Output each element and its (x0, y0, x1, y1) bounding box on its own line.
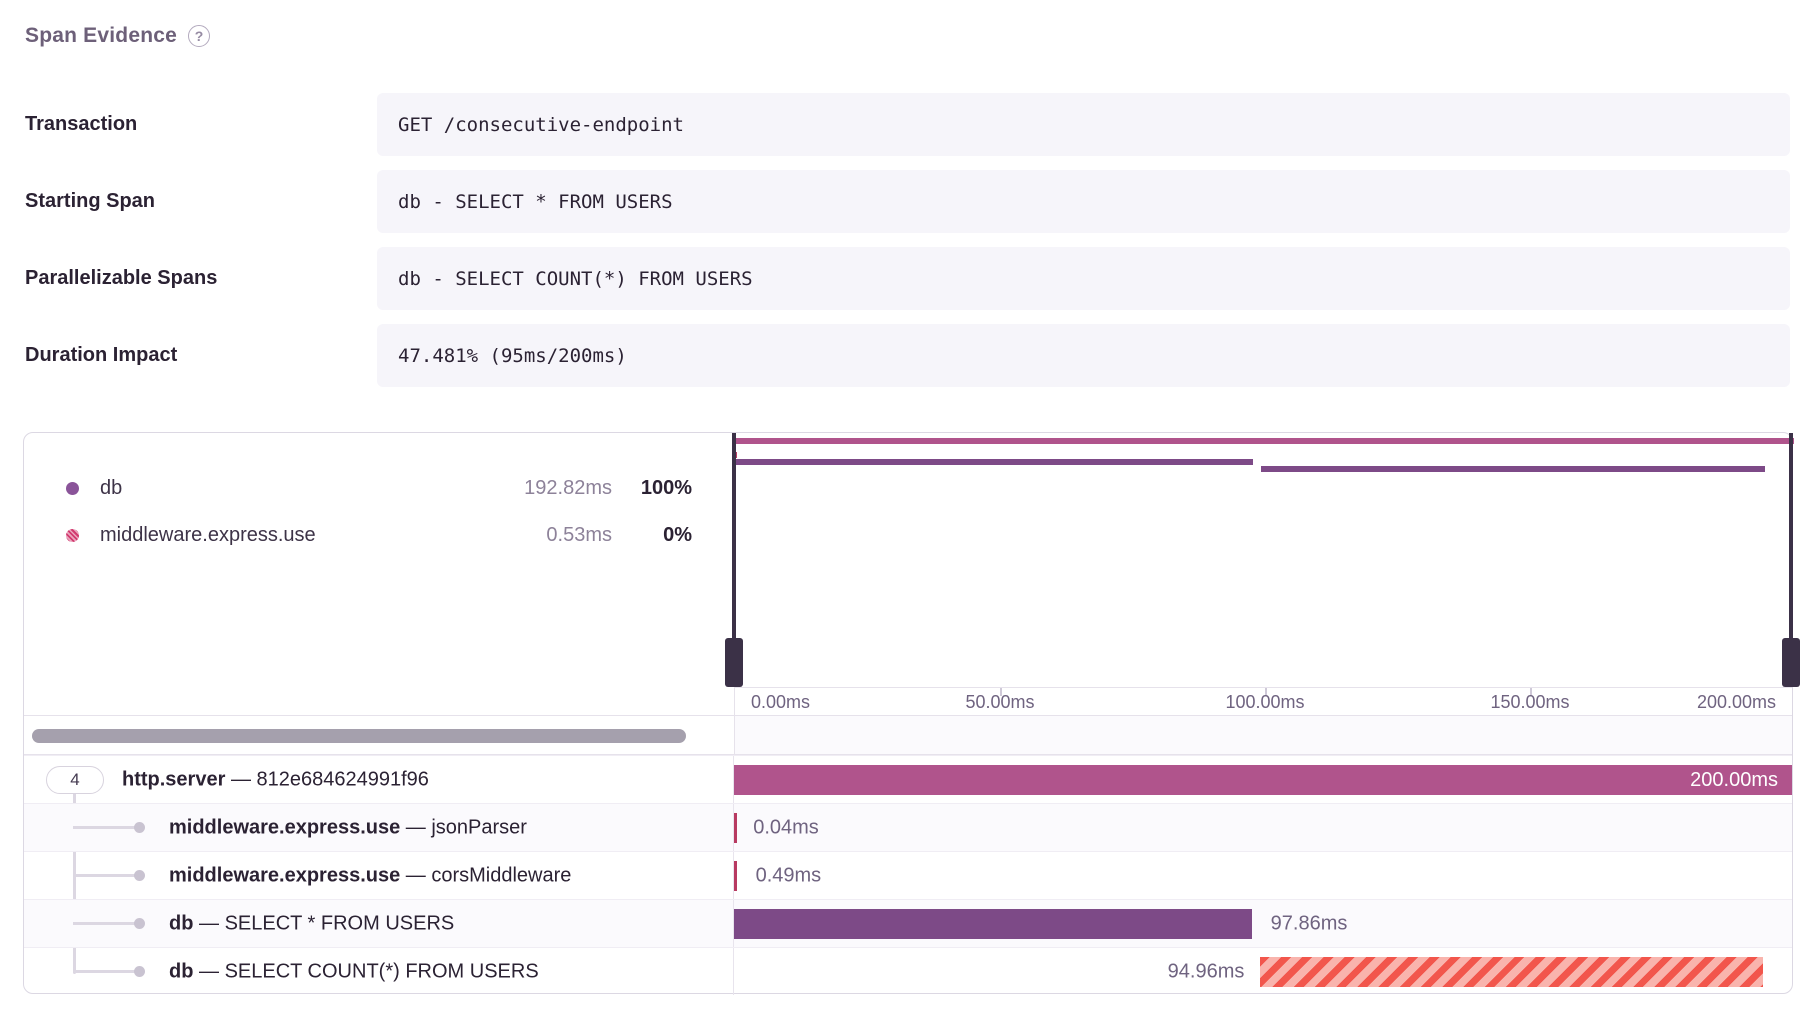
evidence-row-parallelizable-spans: Parallelizable Spans db - SELECT COUNT(*… (25, 247, 1820, 310)
span-op: http.server (122, 768, 225, 790)
span-description: SELECT COUNT(*) FROM USERS (225, 960, 539, 982)
legend-duration: 192.82ms (482, 477, 612, 500)
span-duration-bar[interactable] (734, 909, 1252, 939)
evidence-row-duration-impact: Duration Impact 47.481% (95ms/200ms) (25, 324, 1820, 387)
span-count-badge[interactable]: 4 (46, 766, 104, 794)
span-row-db-select-count[interactable]: db — SELECT COUNT(*) FROM USERS 94.96ms (24, 947, 1792, 995)
span-op: db (169, 960, 193, 982)
span-op: middleware.express.use (169, 816, 400, 838)
evidence-label: Starting Span (25, 190, 377, 213)
evidence-value: 47.481% (95ms/200ms) (377, 324, 1790, 387)
span-row-jsonparser[interactable]: middleware.express.use — jsonParser 0.04… (24, 803, 1792, 851)
evidence-label: Transaction (25, 113, 377, 136)
legend-percent: 0% (612, 524, 692, 547)
span-description: SELECT * FROM USERS (225, 912, 455, 934)
minimap-right-boundary-line (1789, 433, 1793, 638)
scrollbar-row (24, 715, 1792, 755)
evidence-label: Parallelizable Spans (25, 267, 377, 290)
legend-dot-middleware (66, 529, 79, 542)
legend-item-middleware: middleware.express.use 0.53ms 0% (66, 512, 692, 559)
separator: — (231, 768, 251, 790)
span-op: db (169, 912, 193, 934)
page-title: Span Evidence (25, 24, 177, 48)
span-row-db-select[interactable]: db — SELECT * FROM USERS 97.86ms (24, 899, 1792, 947)
minimap-left-drag-handle[interactable] (725, 638, 743, 687)
span-duration-label: 97.86ms (1271, 912, 1348, 935)
evidence-value: GET /consecutive-endpoint (377, 93, 1790, 156)
tree-connector-dot (134, 966, 145, 977)
horizontal-scrollbar-thumb[interactable] (32, 729, 686, 743)
tree-connector-dot (134, 870, 145, 881)
help-icon[interactable]: ? (188, 25, 210, 47)
tree-connector-branch (73, 874, 139, 877)
span-description: jsonParser (431, 816, 527, 838)
legend-percent: 100% (612, 477, 692, 500)
tree-connector-branch (73, 970, 139, 973)
span-waterfall-panel: db 192.82ms 100% middleware.express.use … (23, 432, 1793, 994)
axis-label-200ms: 200.00ms (1697, 692, 1776, 713)
legend-dot-db (66, 482, 79, 495)
span-description: corsMiddleware (431, 864, 571, 886)
axis-label-100ms: 100.00ms (1225, 692, 1304, 713)
scrollbar-row-right-gutter (734, 716, 1792, 754)
legend-item-db: db 192.82ms 100% (66, 465, 692, 512)
minimap-left-boundary-line (732, 433, 736, 638)
axis-label-50ms: 50.00ms (965, 692, 1034, 713)
separator: — (199, 960, 219, 982)
span-duration-label: 200.00ms (1690, 765, 1778, 795)
time-axis: 0.00ms 50.00ms 100.00ms 150.00ms 200.00m… (734, 687, 1792, 715)
span-duration-bar[interactable] (734, 861, 737, 891)
evidence-value: db - SELECT COUNT(*) FROM USERS (377, 247, 1790, 310)
span-op: middleware.express.use (169, 864, 400, 886)
tree-connector-branch (73, 922, 139, 925)
span-row-corsmiddleware[interactable]: middleware.express.use — corsMiddleware … (24, 851, 1792, 899)
axis-label-0ms: 0.00ms (751, 692, 810, 713)
span-legend: db 192.82ms 100% middleware.express.use … (66, 465, 692, 559)
span-duration-bar[interactable]: 200.00ms (734, 765, 1792, 795)
span-duration-label: 0.49ms (756, 864, 822, 887)
span-description: 812e684624991f96 (257, 768, 429, 790)
minimap-span-bar (1261, 466, 1764, 472)
evidence-row-transaction: Transaction GET /consecutive-endpoint (25, 93, 1820, 156)
span-duration-bar[interactable] (1260, 957, 1762, 987)
evidence-label: Duration Impact (25, 344, 377, 367)
legend-duration: 0.53ms (482, 524, 612, 547)
span-duration-label: 0.04ms (753, 816, 819, 839)
minimap-right-drag-handle[interactable] (1782, 638, 1800, 687)
tree-connector-branch (73, 826, 139, 829)
separator: — (406, 816, 426, 838)
separator: — (199, 912, 219, 934)
axis-label-150ms: 150.00ms (1490, 692, 1569, 713)
legend-op-label: db (100, 477, 482, 500)
tree-connector-dot (134, 822, 145, 833)
evidence-row-starting-span: Starting Span db - SELECT * FROM USERS (25, 170, 1820, 233)
minimap-span-bar (734, 438, 1794, 444)
separator: — (406, 864, 426, 886)
span-tree: 4 http.server — 812e684624991f96 200.00m… (24, 755, 1792, 993)
span-evidence-table: Transaction GET /consecutive-endpoint St… (25, 93, 1820, 387)
span-row-http-server[interactable]: 4 http.server — 812e684624991f96 200.00m… (24, 755, 1792, 803)
tree-connector-dot (134, 918, 145, 929)
span-duration-label: 94.96ms (1168, 960, 1245, 983)
evidence-value: db - SELECT * FROM USERS (377, 170, 1790, 233)
legend-op-label: middleware.express.use (100, 524, 482, 547)
section-header: Span Evidence ? (25, 24, 1820, 48)
minimap-span-bar (734, 459, 1253, 465)
span-duration-bar[interactable] (734, 813, 737, 843)
